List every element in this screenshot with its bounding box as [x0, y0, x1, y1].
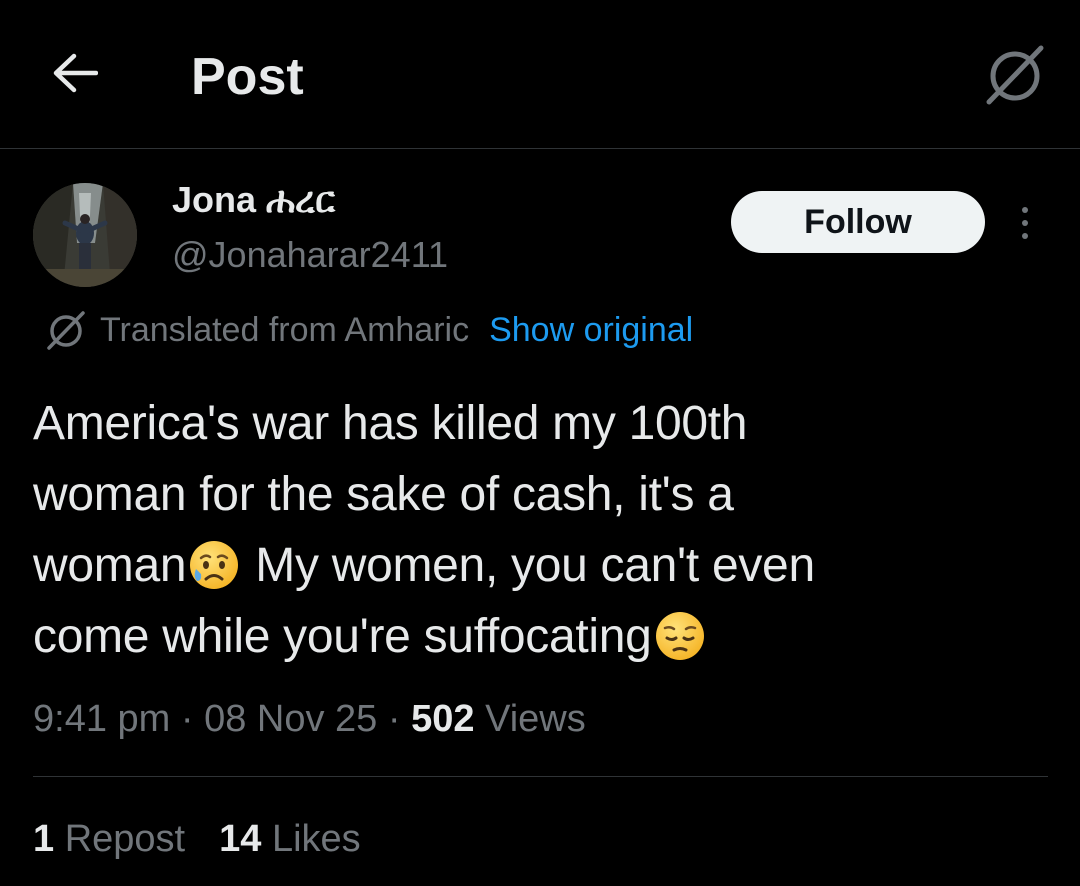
post-line: America's war has killed my 100th [33, 397, 748, 450]
views-count: 502 [411, 698, 475, 740]
post-line: come while you're suffocating [33, 610, 652, 663]
views-label: Views [474, 698, 586, 740]
top-bar: Post [0, 0, 1080, 149]
post-date[interactable]: 08 Nov 25 [204, 698, 377, 740]
post-line: woman [33, 539, 187, 592]
more-vertical-icon-dot [1022, 220, 1028, 226]
likes-count: 14 [219, 818, 262, 860]
meta-separator: · [377, 698, 412, 740]
page-title: Post [191, 48, 304, 106]
translate-button[interactable] [980, 40, 1050, 110]
post-line: woman for the sake of cash, it's a [33, 468, 734, 521]
reposts-label: Repost [54, 818, 186, 860]
follow-button[interactable]: Follow [731, 191, 985, 253]
arrow-left-icon [53, 53, 98, 93]
post-text: America's war has killed my 100th woman … [33, 388, 1033, 672]
translation-label: Translated from Amharic [100, 311, 470, 349]
engagement-stats: 1 Repost 14 Likes [33, 814, 361, 864]
author-handle[interactable]: @Jonaharar2411 [172, 233, 448, 277]
more-vertical-icon [1022, 207, 1028, 213]
translate-icon [986, 45, 1044, 105]
post-page: Post Jona ሐረር @Jonaharar2411 Follow Tran… [0, 0, 1080, 886]
show-original-link[interactable]: Show original [489, 307, 693, 353]
avatar[interactable] [33, 183, 137, 287]
reposts-count: 1 [33, 818, 55, 860]
likes-link[interactable]: 14 Likes [219, 818, 361, 860]
post-line: My women, you can't even [242, 539, 815, 592]
divider [33, 776, 1048, 777]
reposts-link[interactable]: 1 Repost [33, 818, 185, 860]
avatar-image [33, 183, 137, 287]
author-display-name[interactable]: Jona ሐረር [172, 178, 335, 222]
meta-separator: · [170, 698, 205, 740]
translation-notice: Translated from Amharic Show original [44, 307, 693, 353]
post-meta: 9:41 pm · 08 Nov 25 · 502 Views [33, 694, 586, 744]
back-button[interactable] [40, 38, 110, 108]
more-vertical-icon-dot [1022, 233, 1028, 239]
pensive-face-icon [655, 612, 704, 660]
more-options-button[interactable] [1007, 198, 1043, 248]
post-time[interactable]: 9:41 pm [33, 698, 170, 740]
likes-label: Likes [261, 818, 361, 860]
sad-relieved-face-icon [190, 541, 239, 589]
translate-icon [44, 308, 88, 352]
